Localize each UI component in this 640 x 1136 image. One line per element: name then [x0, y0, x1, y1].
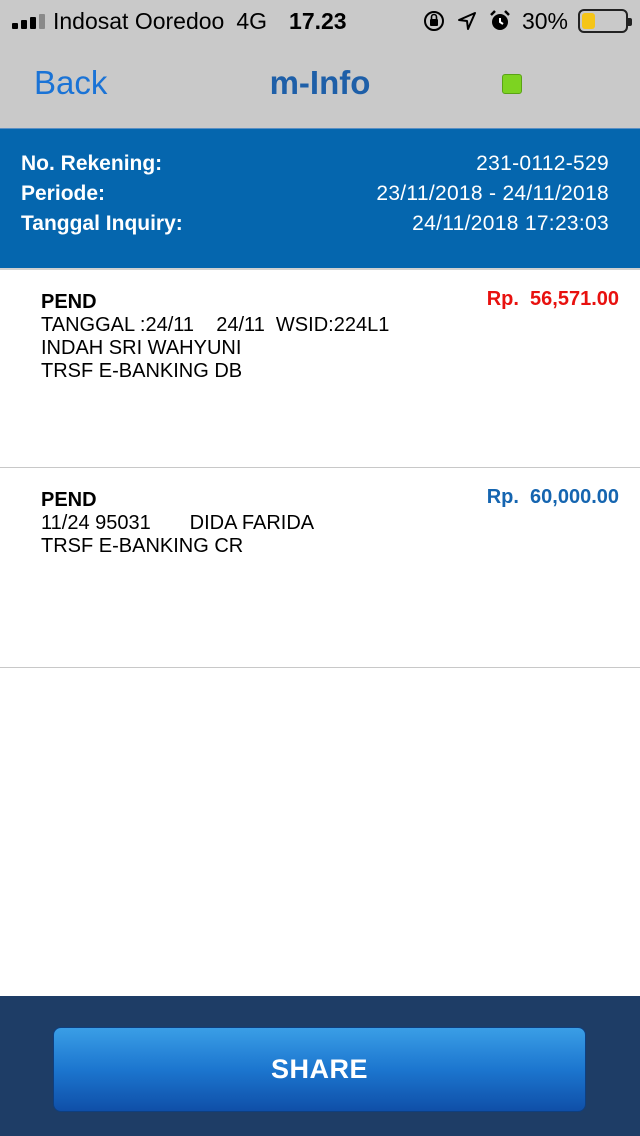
battery-percent: 30%	[521, 7, 568, 34]
period-value: 23/11/2018 - 24/11/2018	[376, 182, 609, 205]
period-row: Periode: 23/11/2018 - 24/11/2018	[21, 179, 609, 209]
account-number-label: No. Rekening:	[21, 152, 163, 175]
status-time: 17.23	[289, 7, 347, 34]
battery-level	[582, 13, 595, 29]
battery-icon	[578, 9, 632, 33]
inquiry-date-value: 24/11/2018 17:23:03	[412, 212, 609, 235]
nav-bar: Back m-Info	[0, 42, 640, 128]
period-label: Periode:	[21, 182, 106, 205]
status-indicator	[502, 74, 522, 94]
share-button[interactable]: SHARE	[53, 1027, 586, 1112]
status-bar: Indosat Ooredoo 4G 17.23 30%	[0, 0, 640, 42]
signal-icon	[12, 13, 45, 29]
network-type: 4G	[236, 7, 268, 34]
account-number-value: 231-0112-529	[476, 152, 609, 175]
transaction-detail-line: 11/24 95031 DIDA FARIDA	[41, 512, 315, 534]
bottom-bar: SHARE	[0, 996, 640, 1136]
alarm-icon	[490, 10, 510, 30]
inquiry-date-row: Tanggal Inquiry: 24/11/2018 17:23:03	[21, 209, 609, 239]
location-icon	[457, 12, 476, 30]
transaction-detail-line: INDAH SRI WAHYUNI	[41, 337, 242, 359]
transaction-amount-debit: Rp. 56,571.00	[486, 288, 619, 310]
transaction-item[interactable]: PEND 11/24 95031 DIDA FARIDA TRSF E-BANK…	[0, 468, 640, 668]
transaction-item[interactable]: PEND TANGGAL :24/11 24/11 WSID:224L1 IND…	[0, 268, 640, 468]
orientation-lock-icon	[423, 11, 444, 31]
account-number-row: No. Rekening: 231-0112-529	[21, 149, 609, 179]
account-info-panel: No. Rekening: 231-0112-529 Periode: 23/1…	[0, 128, 640, 268]
transaction-detail-line: TANGGAL :24/11 24/11 WSID:224L1	[41, 314, 390, 336]
transaction-list: PEND TANGGAL :24/11 24/11 WSID:224L1 IND…	[0, 268, 640, 668]
carrier-name: Indosat Ooredoo	[53, 7, 225, 34]
inquiry-date-label: Tanggal Inquiry:	[21, 212, 183, 235]
transaction-detail-line: TRSF E-BANKING DB	[41, 360, 243, 382]
transaction-amount-credit: Rp. 60,000.00	[486, 486, 619, 508]
transaction-detail-line: TRSF E-BANKING CR	[41, 535, 244, 557]
back-button[interactable]: Back	[34, 64, 107, 102]
